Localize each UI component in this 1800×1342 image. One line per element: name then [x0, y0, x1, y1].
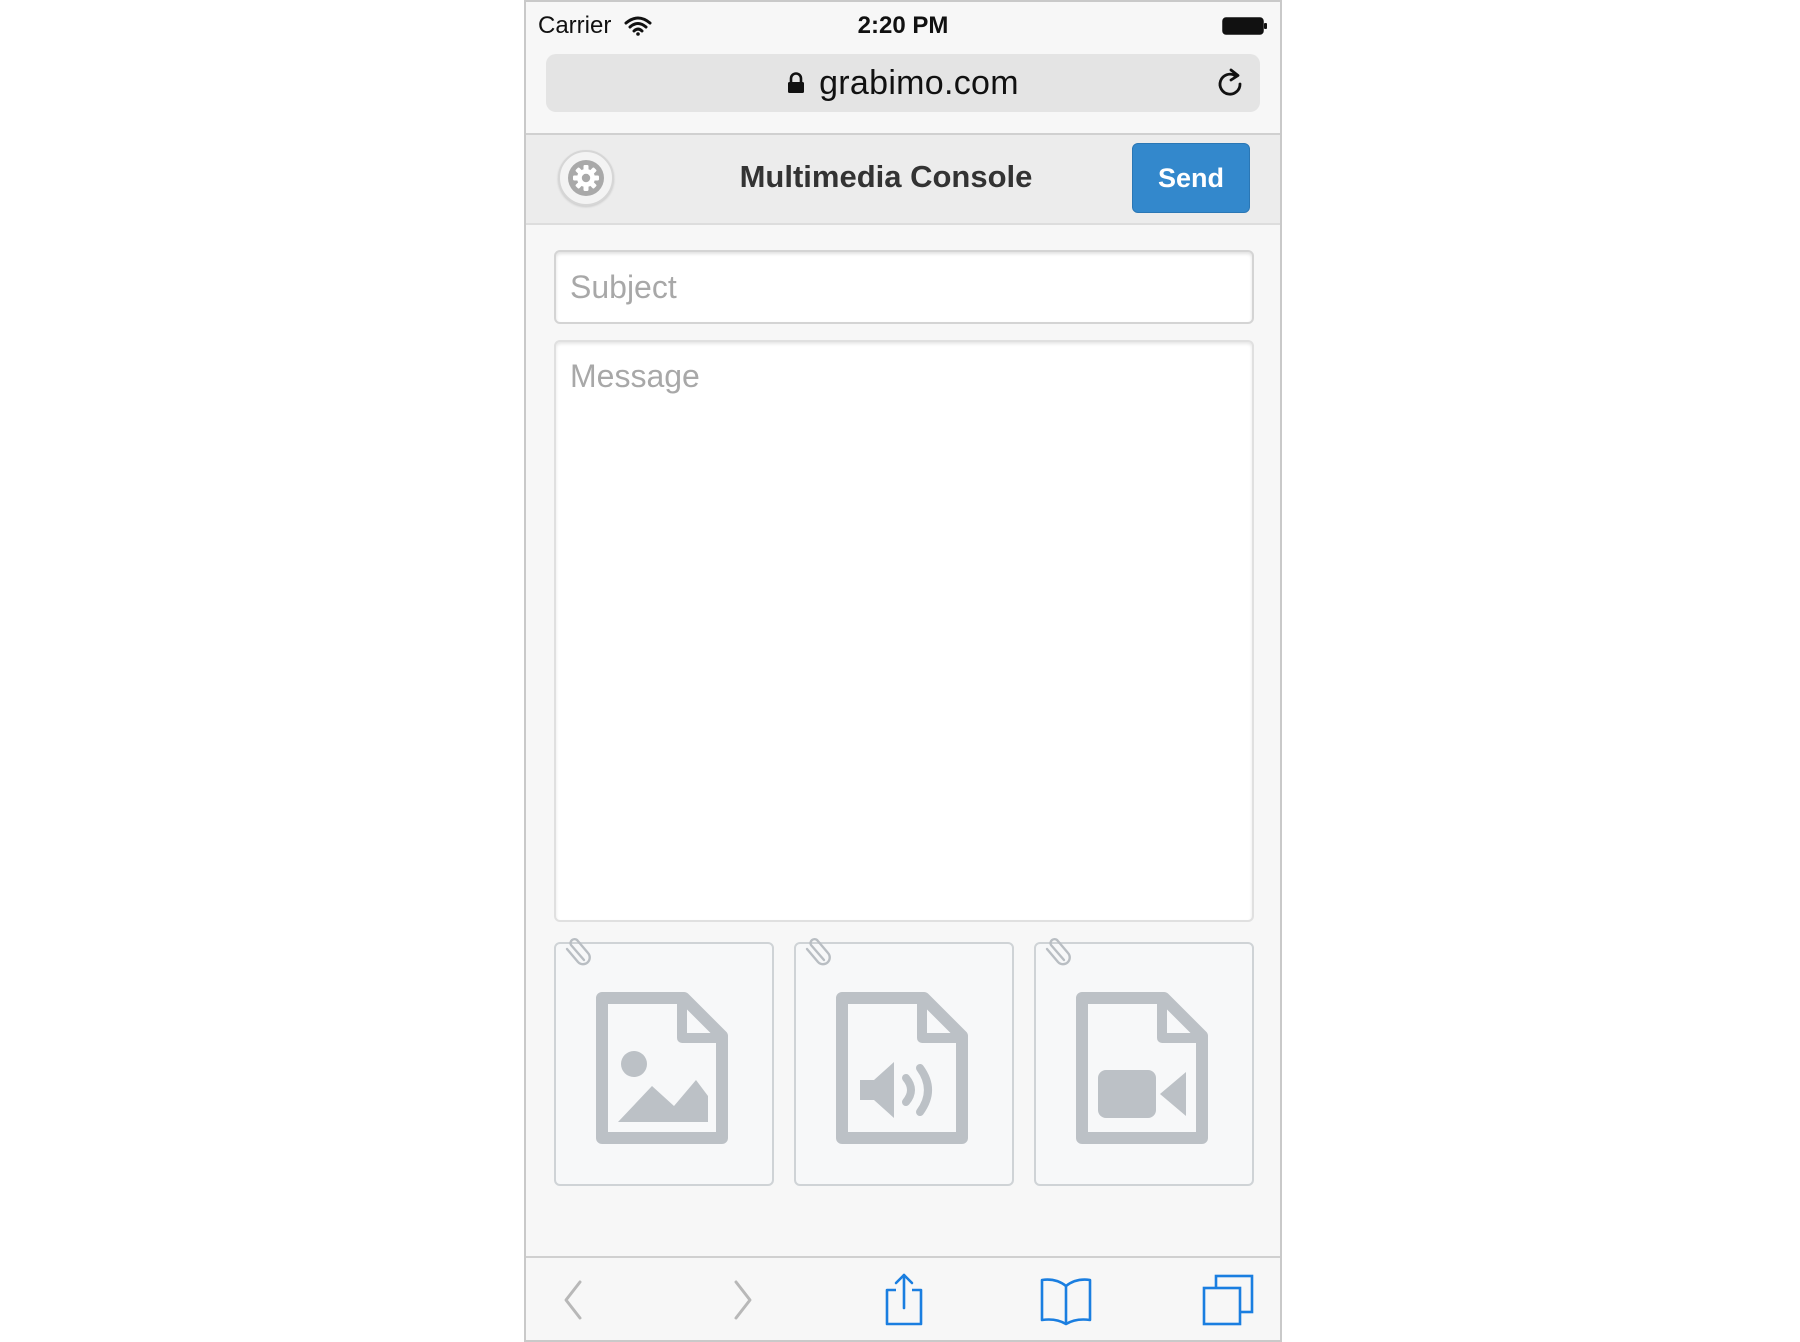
clock: 2:20 PM [857, 12, 949, 39]
battery-icon [1222, 17, 1267, 35]
paperclip-icon [805, 937, 831, 966]
subject-input[interactable] [554, 250, 1254, 324]
send-button[interactable]: Send [1132, 143, 1250, 213]
forward-button[interactable] [712, 1272, 772, 1328]
tabs-icon [1202, 1274, 1254, 1326]
tabs-button[interactable] [1198, 1272, 1258, 1328]
browser-toolbar [526, 1256, 1280, 1340]
page-title: Multimedia Console [739, 159, 1033, 194]
bookmarks-button[interactable] [1036, 1272, 1096, 1328]
share-icon [885, 1273, 923, 1326]
back-icon [564, 1280, 582, 1320]
settings-button[interactable] [558, 150, 614, 206]
status-bar: Carrier 2:20 PM [526, 2, 1280, 50]
message-input[interactable] [554, 340, 1254, 922]
share-button[interactable] [874, 1272, 934, 1328]
image-file-icon [596, 992, 728, 1144]
paperclip-icon [565, 937, 591, 966]
image-attachment-tile[interactable] [554, 937, 774, 1186]
lock-icon [788, 72, 805, 93]
phone-screen: Carrier 2:20 PM grabimo.com Multimedia C… [524, 0, 1282, 1342]
address-bar[interactable]: grabimo.com [546, 54, 1260, 112]
gear-icon [568, 160, 604, 196]
audio-file-icon [836, 992, 968, 1144]
audio-attachment-tile[interactable] [794, 937, 1014, 1186]
url-text: grabimo.com [819, 63, 1019, 102]
back-button[interactable] [544, 1272, 604, 1328]
paperclip-icon [1045, 937, 1071, 966]
bookmarks-icon [1040, 1278, 1092, 1326]
video-file-icon [1076, 992, 1208, 1144]
video-attachment-tile[interactable] [1034, 937, 1254, 1186]
app-header: Multimedia Console Send [526, 135, 1280, 225]
reload-icon[interactable] [1214, 66, 1246, 100]
address-content: grabimo.com [546, 54, 1260, 112]
forward-icon [734, 1280, 752, 1320]
